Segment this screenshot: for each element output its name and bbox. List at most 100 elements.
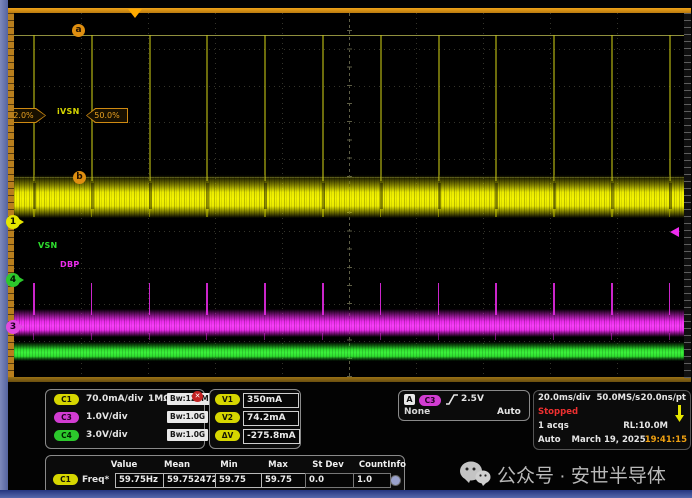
ch3-badge[interactable]: C3	[54, 412, 79, 423]
cursor-right-percent-tag[interactable]: 50.0%	[86, 108, 128, 123]
ch3-down-spike	[438, 333, 439, 340]
ch3-down-spike	[149, 333, 150, 340]
ch3-spike	[380, 283, 382, 315]
ch3-down-spike	[669, 333, 670, 340]
col-value: Value	[99, 460, 149, 470]
trigger-a-box: A	[404, 394, 415, 405]
trigger-level-arrow[interactable]	[670, 227, 679, 237]
ch1-pulse	[206, 35, 208, 181]
label-ivsn: iVSN	[57, 107, 80, 116]
gridline-h	[14, 304, 684, 305]
ch3-trace	[14, 309, 684, 337]
ch1-band-notch	[91, 183, 94, 209]
cursor-b-badge[interactable]: b	[73, 171, 86, 184]
col-info: Info	[376, 460, 406, 470]
v2-value: 74.2mA	[243, 411, 299, 426]
ch3-spike	[669, 283, 671, 315]
ch1-down-spike	[669, 209, 671, 217]
ch1-down-spike	[149, 209, 151, 217]
ch1-pulse	[495, 35, 497, 181]
meas-count: 1.0	[353, 473, 391, 488]
ch1-pulse	[322, 35, 324, 181]
ch1-band-notch	[553, 183, 556, 209]
watermark: 公众号 · 安世半导体	[459, 456, 689, 492]
ch4-marker[interactable]: 4	[6, 273, 20, 287]
ch3-down-spike	[380, 333, 381, 340]
col-max: Max	[255, 460, 301, 470]
timebase: 20.0ms/div	[538, 393, 591, 403]
bezel-left	[0, 0, 8, 498]
ch1-down-spike	[322, 209, 324, 217]
ch1-down-spike	[264, 209, 266, 217]
ch4-bandwidth[interactable]: Bw:1.0G	[167, 429, 208, 441]
ch1-scale: 70.0mA/div	[86, 394, 143, 404]
ch4-trace	[14, 342, 684, 361]
ch1-band-notch	[206, 183, 209, 209]
bezel-bottom	[0, 490, 692, 498]
v1-value: 350mA	[243, 393, 299, 408]
ch3-spike	[495, 283, 497, 315]
watermark-text: 公众号 · 安世半导体	[497, 461, 666, 488]
ch1-pulse	[380, 35, 382, 181]
trigger-source-badge[interactable]: C3	[419, 395, 441, 406]
gridline-h	[14, 159, 684, 160]
ch3-down-spike	[611, 333, 612, 340]
ch1-down-spike	[91, 209, 93, 217]
ch4-marker-label: 4	[10, 275, 16, 285]
ch3-marker-label: 3	[10, 322, 16, 332]
ch4-badge[interactable]: C4	[54, 430, 79, 441]
acquisition-panel: 20.0ms/div 50.0MS/s 20.0ns/pt Stopped 1 …	[533, 390, 691, 450]
ch1-down-spike	[438, 209, 440, 217]
ch3-spike	[149, 283, 151, 315]
ch3-down-spike	[495, 333, 496, 340]
ch1-down-spike	[206, 209, 208, 217]
gridline-h	[14, 268, 684, 269]
ch3-marker[interactable]: 3	[6, 320, 20, 334]
ch1-pulse	[669, 35, 671, 181]
ch1-down-spike	[33, 209, 35, 217]
ch1-band-notch	[380, 183, 383, 209]
ch1-band-notch	[322, 183, 325, 209]
cursor-a-line[interactable]	[14, 35, 684, 36]
meas-stdev: 0.0	[305, 473, 355, 488]
date: March 19, 2025	[572, 435, 646, 445]
ch1-band-notch	[438, 183, 441, 209]
cursor-left-percent-tag[interactable]: 2.0%	[14, 108, 46, 123]
meas-value: 59.75Hz	[115, 473, 165, 488]
display-ruler-right	[684, 13, 691, 378]
cursor-a-badge[interactable]: a	[72, 24, 85, 37]
ch1-down-spike	[611, 209, 613, 217]
label-vsn: VSN	[38, 241, 58, 250]
ch1-band-notch	[669, 183, 672, 209]
info-icon[interactable]	[390, 475, 401, 486]
trigger-position-marker[interactable]	[128, 9, 142, 18]
ch1-band-notch	[495, 183, 498, 209]
trigger-panel[interactable]: A C3 2.5V None Auto	[398, 390, 530, 421]
ch1-pulse	[149, 35, 151, 181]
display-frame-bottom	[8, 377, 691, 382]
cursor-left-percent-label: 2.0%	[14, 108, 46, 123]
channel-settings-panel[interactable]: C1 70.0mA/div 1MΩ Bw:120M C3 1.0V/div Bw…	[45, 389, 205, 449]
cursor-readout-panel[interactable]: V1 350mA V2 74.2mA ΔV -275.8mA	[209, 389, 301, 449]
record-length: RL:10.0M	[623, 421, 668, 431]
meas-min: 59.75	[215, 473, 263, 488]
ch1-bandwidth[interactable]: Bw:120M	[167, 393, 212, 405]
ch3-spike	[91, 283, 93, 315]
trigger-level: 2.5V	[461, 394, 484, 404]
trigger-mode: Auto	[497, 407, 521, 417]
ch1-badge[interactable]: C1	[54, 394, 79, 405]
ch3-down-spike	[206, 333, 207, 340]
ch1-marker[interactable]: 1	[6, 215, 20, 229]
ch1-down-spike	[553, 209, 555, 217]
ch4-scale: 3.0V/div	[86, 430, 128, 440]
measurement-table[interactable]: Value Mean Min Max St Dev Count Info C1 …	[45, 455, 405, 495]
ch3-bandwidth[interactable]: Bw:1.0G	[167, 411, 208, 423]
close-panel-button[interactable]: ✕	[192, 391, 203, 402]
meas-mean: 59.752472	[163, 473, 217, 488]
col-min: Min	[205, 460, 253, 470]
delta-v-value: -275.8mA	[243, 429, 300, 444]
time: 19:41:15	[645, 435, 687, 445]
trigger-holdoff: None	[404, 407, 430, 417]
ch3-down-spike	[33, 333, 34, 340]
ch1-pulse	[264, 35, 266, 181]
